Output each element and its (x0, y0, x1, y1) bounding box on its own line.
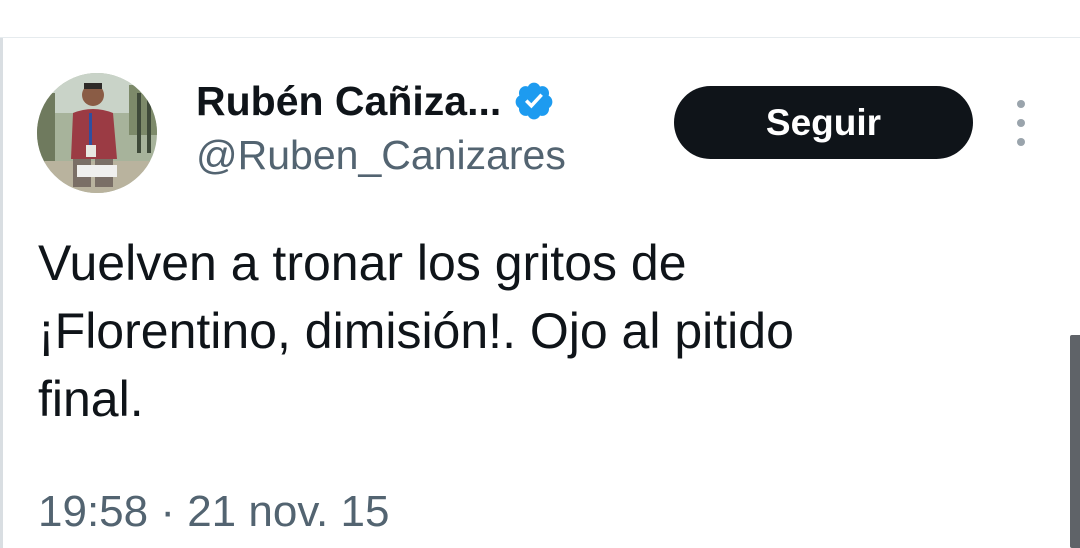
author-handle[interactable]: @Ruben_Canizares (196, 132, 566, 179)
more-options-icon[interactable] (1008, 100, 1034, 146)
verified-badge-icon (513, 80, 555, 122)
avatar[interactable] (37, 73, 157, 193)
scrollbar[interactable] (1070, 335, 1080, 548)
tweet-timestamp[interactable]: 19:58 · 21 nov. 15 (38, 487, 389, 537)
tweet-card: Rubén Cañiza... @Ruben_Canizares Seguir … (0, 0, 1080, 548)
tweet-text: Vuelven a tronar los gritos de ¡Florenti… (38, 235, 794, 427)
author-display-name[interactable]: Rubén Cañiza... (196, 78, 501, 125)
left-border (0, 38, 3, 548)
divider (0, 37, 1080, 38)
follow-button[interactable]: Seguir (674, 86, 973, 159)
author-row: Rubén Cañiza... (196, 76, 555, 126)
